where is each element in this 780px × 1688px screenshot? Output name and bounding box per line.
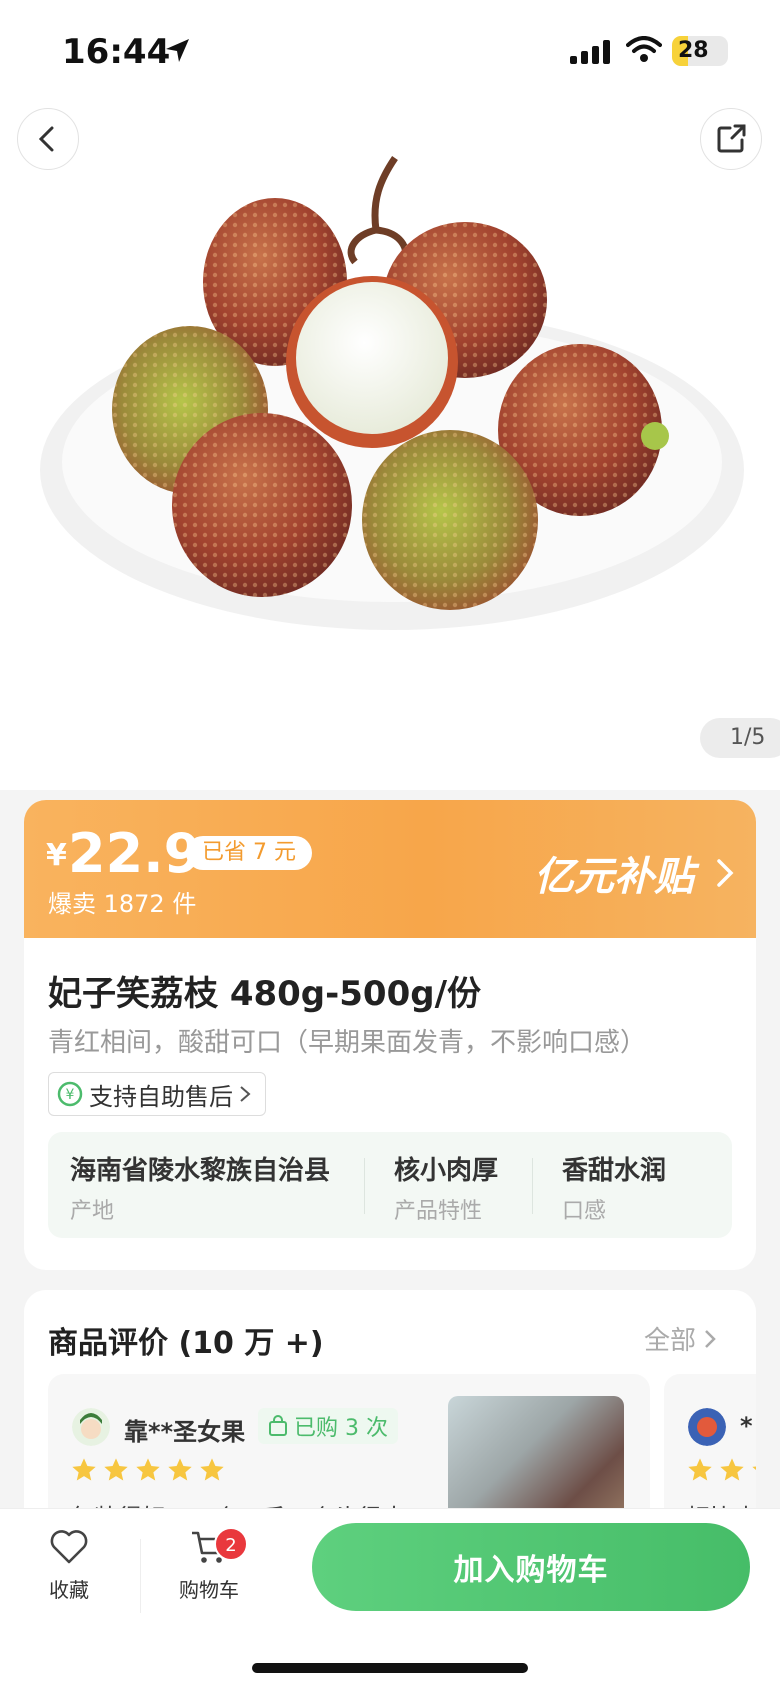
saved-badge: 已省 7 元 — [186, 836, 312, 870]
rating-stars — [70, 1456, 226, 1484]
attribute-divider — [364, 1158, 365, 1214]
reviews-all-label: 全部 — [644, 1326, 697, 1356]
reviewer-name: 靠**圣女果 — [124, 1418, 246, 1446]
avatar — [688, 1408, 726, 1446]
location-arrow-icon — [166, 39, 189, 62]
svg-text:¥: ¥ — [66, 1087, 75, 1103]
currency-symbol: ¥ — [46, 838, 67, 873]
bottom-action-bar: 收藏 2 购物车 加入购物车 — [0, 1508, 780, 1688]
status-bar: 16:44 28 — [0, 0, 780, 100]
attribute-key: 产品特性 — [394, 1199, 483, 1224]
attribute-feature: 核小肉厚 产品特性 — [394, 1150, 498, 1225]
attribute-panel: 海南省陵水黎族自治县 产地 核小肉厚 产品特性 香甜水润 口感 — [48, 1132, 732, 1238]
attribute-key: 口感 — [562, 1199, 607, 1224]
reviews-title: 商品评价 (10 万 +) — [48, 1326, 324, 1361]
product-info-card: ¥ 22.9 已省 7 元 爆卖 1872 件 亿元补贴 妃子笑荔枝 480g-… — [24, 800, 756, 1270]
chevron-right-icon — [717, 859, 734, 887]
wifi-icon — [626, 36, 662, 62]
star-icon — [200, 1458, 224, 1481]
rating-stars — [686, 1456, 756, 1484]
chevron-left-icon — [38, 126, 54, 152]
attribute-divider — [532, 1158, 533, 1214]
reviews-all-link[interactable]: 全部 — [644, 1320, 716, 1357]
star-icon — [688, 1458, 712, 1481]
attribute-origin: 海南省陵水黎族自治县 产地 — [70, 1150, 330, 1225]
chevron-right-icon — [705, 1329, 716, 1348]
star-icon — [720, 1458, 744, 1481]
cart-label: 购物车 — [179, 1578, 239, 1602]
attribute-value: 核小肉厚 — [394, 1156, 499, 1186]
product-title: 妃子笑荔枝 480g-500g/份 — [48, 974, 481, 1014]
attribute-value: 香甜水润 — [562, 1156, 667, 1186]
bottom-divider — [140, 1539, 141, 1613]
heart-icon — [50, 1530, 88, 1564]
back-button[interactable] — [17, 108, 79, 170]
subsidy-label[interactable]: 亿元补贴 — [534, 844, 694, 902]
star-icon — [72, 1458, 96, 1481]
cart-count-badge: 2 — [214, 1527, 248, 1561]
attribute-key: 产地 — [70, 1199, 115, 1224]
product-description: 青红相间，酸甜可口（早期果面发青，不影响口感） — [48, 1028, 647, 1058]
after-sale-button[interactable]: ¥ 支持自助售后 — [48, 1072, 266, 1116]
attribute-value: 海南省陵水黎族自治县 — [70, 1156, 331, 1186]
lychee-photo — [40, 156, 744, 630]
yuan-shield-icon: ¥ — [57, 1081, 83, 1107]
add-to-cart-button[interactable]: 加入购物车 — [312, 1523, 750, 1611]
star-icon — [104, 1458, 128, 1481]
status-time: 16:44 — [62, 32, 171, 72]
star-icon — [168, 1458, 192, 1481]
cart-button[interactable]: 2 购物车 — [164, 1527, 254, 1603]
price-banner[interactable]: ¥ 22.9 已省 7 元 爆卖 1872 件 亿元补贴 — [24, 800, 756, 938]
sold-count: 爆卖 1872 件 — [48, 890, 197, 918]
battery-icon: 28 — [672, 36, 728, 66]
share-button[interactable] — [700, 108, 762, 170]
product-detail-page: 1/5 16:44 28 ¥ 22.9 已省 7 元 爆卖 1872 件 亿元补… — [0, 0, 780, 1688]
attribute-taste: 香甜水润 口感 — [562, 1150, 666, 1225]
image-counter: 1/5 — [700, 718, 780, 758]
chevron-right-icon — [240, 1086, 251, 1102]
after-sale-label: 支持自助售后 — [89, 1082, 233, 1111]
shopping-bag-icon — [269, 1415, 287, 1436]
battery-percent: 28 — [678, 38, 709, 63]
star-icon — [136, 1458, 160, 1481]
product-image-gallery[interactable]: 1/5 — [0, 0, 780, 790]
favorite-label: 收藏 — [49, 1578, 89, 1602]
reviewer-name: * — [740, 1412, 753, 1440]
price: 22.9 — [68, 822, 202, 885]
bought-badge: 已购 3 次 — [258, 1408, 398, 1444]
signal-icon — [570, 40, 610, 64]
share-icon — [717, 124, 746, 153]
star-icon — [752, 1466, 756, 1471]
bought-label: 已购 3 次 — [294, 1416, 388, 1441]
favorite-button[interactable]: 收藏 — [24, 1529, 114, 1603]
home-indicator — [252, 1663, 528, 1673]
avatar — [72, 1408, 110, 1446]
